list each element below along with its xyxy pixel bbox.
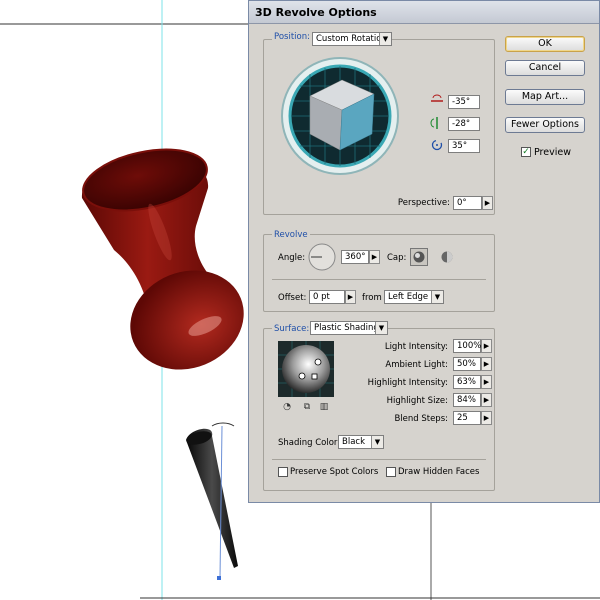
dialog-title: 3D Revolve Options [255,6,377,19]
preserve-spot-colors-label: Preserve Spot Colors [290,467,379,477]
y-axis-rotation-icon [430,117,438,129]
surface-label: Surface: [272,324,312,334]
delete-light-icon[interactable]: ▥ [318,401,330,413]
dialog-titlebar[interactable]: 3D Revolve Options [249,1,599,24]
highlight-intensity-label: Highlight Intensity: [367,378,448,388]
new-light-icon[interactable]: ◔ [281,401,293,413]
position-preset-value: Custom Rotation [316,34,387,44]
angle-field[interactable]: 360° [341,250,369,264]
offset-arrow-button[interactable]: ▶ [345,290,356,304]
ambient-light-label: Ambient Light: [385,360,448,370]
cap-on-icon[interactable] [410,248,428,266]
ambient-light-field[interactable]: 50% [453,357,481,371]
move-light-back-icon[interactable]: ⧉ [301,401,313,413]
perspective-field[interactable]: 0° [453,196,482,210]
ambient-light-arrow-button[interactable]: ▶ [481,357,492,371]
revolve-label: Revolve [272,230,310,240]
cancel-button[interactable]: Cancel [505,60,585,76]
chevron-down-icon: ▼ [375,322,387,334]
perspective-label: Perspective: [397,198,450,208]
highlight-intensity-field[interactable]: 63% [453,375,481,389]
angle-dial[interactable] [307,242,337,272]
pin-needle [186,422,238,580]
from-label: from [362,293,382,303]
shading-color-label: Shading Color: [278,438,341,448]
z-axis-rotation-icon [431,139,443,151]
surface-type-value: Plastic Shading [314,323,379,333]
chevron-down-icon: ▼ [371,436,383,448]
chevron-down-icon: ▼ [379,33,391,45]
surface-separator [272,459,486,460]
revolve-separator [272,279,486,280]
highlight-intensity-arrow-button[interactable]: ▶ [481,375,492,389]
push-pin-head [81,148,244,370]
surface-type-select[interactable]: Plastic Shading ▼ [310,321,388,335]
offset-field[interactable]: 0 pt [309,290,345,304]
draw-hidden-faces-label: Draw Hidden Faces [398,467,480,477]
cap-label: Cap: [387,253,407,263]
z-rotation-field[interactable]: 35° [448,139,480,153]
position-group: Position: Custom Rotation ▼ -35° -28° 35… [263,32,495,215]
cap-off-icon[interactable] [440,250,454,264]
revolve-options-dialog: 3D Revolve Options Position: Custom Rota… [248,0,600,503]
blend-steps-arrow-button[interactable]: ▶ [481,411,492,425]
highlight-size-field[interactable]: 84% [453,393,481,407]
perspective-arrow-button[interactable]: ▶ [482,196,493,210]
highlight-size-arrow-button[interactable]: ▶ [481,393,492,407]
shading-color-value: Black [342,437,365,447]
rotation-track-cube[interactable] [280,56,400,176]
x-axis-rotation-icon [431,94,443,102]
highlight-size-label: Highlight Size: [386,396,448,406]
y-rotation-field[interactable]: -28° [448,117,480,131]
revolve-group: Revolve Angle: 360° ▶ Cap: Offset: 0 pt … [263,230,495,312]
position-preset-select[interactable]: Custom Rotation ▼ [312,32,392,46]
offset-from-value: Left Edge [388,292,429,302]
preserve-spot-colors-checkbox[interactable] [278,467,288,477]
ok-button[interactable]: OK [505,36,585,52]
angle-label: Angle: [278,253,306,263]
x-rotation-field[interactable]: -35° [448,95,480,109]
fewer-options-button[interactable]: Fewer Options [505,117,585,133]
light-intensity-label: Light Intensity: [384,342,448,352]
preview-checkbox[interactable]: ✓ [521,147,531,157]
offset-from-select[interactable]: Left Edge ▼ [384,290,444,304]
surface-group: Surface: Plastic Shading ▼ ◔ ⧉ ▥ Light I [263,321,495,491]
light-intensity-arrow-button[interactable]: ▶ [481,339,492,353]
blend-steps-field[interactable]: 25 [453,411,481,425]
blend-steps-label: Blend Steps: [394,414,448,424]
draw-hidden-faces-checkbox[interactable] [386,467,396,477]
light-preview-sphere[interactable] [278,341,334,397]
light-intensity-field[interactable]: 100% [453,339,481,353]
position-label: Position: [272,32,312,42]
shading-color-select[interactable]: Black ▼ [338,435,384,449]
preview-label: Preview [534,147,571,158]
map-art-button[interactable]: Map Art... [505,89,585,105]
chevron-down-icon: ▼ [431,291,443,303]
angle-arrow-button[interactable]: ▶ [369,250,380,264]
offset-label: Offset: [278,293,307,303]
